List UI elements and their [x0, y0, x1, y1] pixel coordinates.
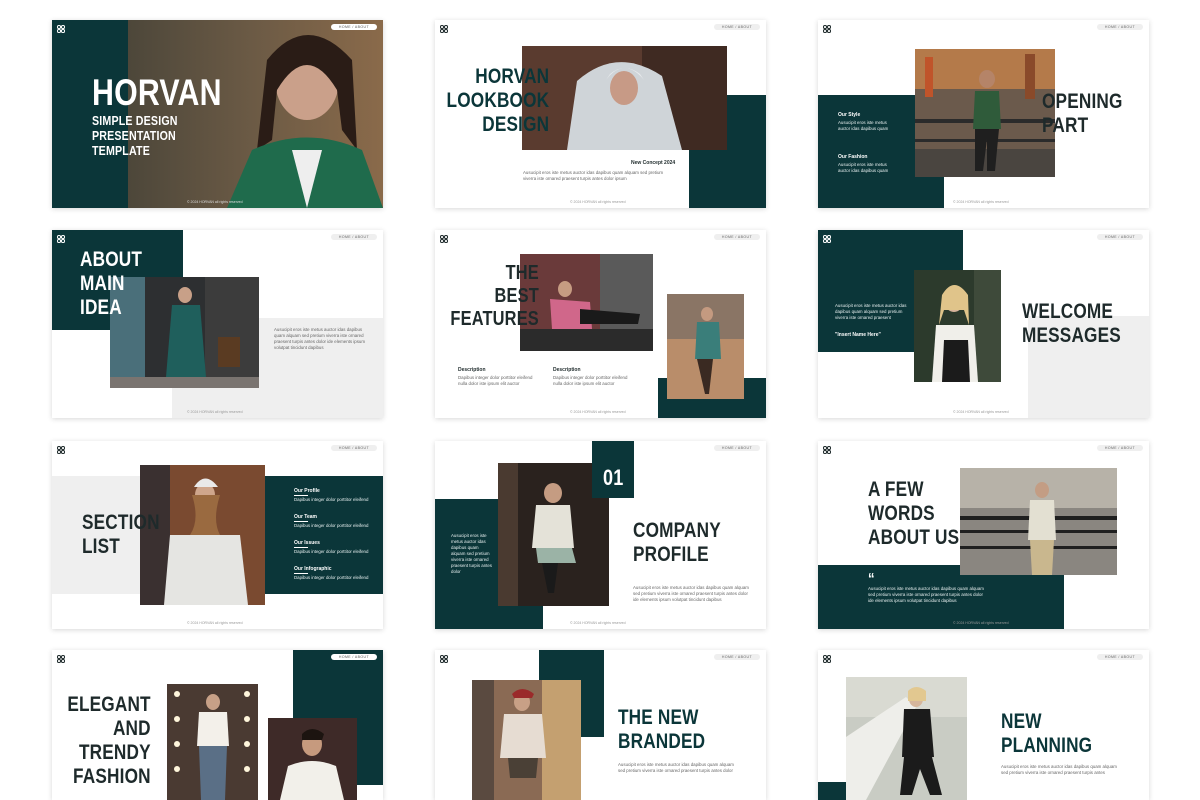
slide-title: SECTION LIST — [82, 511, 160, 559]
slide-thumbnail-new-planning[interactable]: HOME / ABOUT NEW PLANNING Ausucipit eros… — [818, 650, 1149, 800]
brand-logo-icon — [823, 446, 831, 454]
bridge-model-photo — [960, 468, 1117, 575]
slide-title: COMPANY PROFILE — [633, 519, 721, 567]
slide-title: ABOUT MAIN IDEA — [80, 248, 143, 320]
nav-breadcrumb: HOME / ABOUT — [713, 24, 760, 30]
branded-body: Ausucipit eros iste metus auctor idas da… — [618, 762, 734, 773]
slide-footer: © 2024 HORVAN all rights reserved — [187, 621, 243, 625]
hoodie-model-photo — [522, 46, 727, 150]
fashion-body: Ausucipit eros iste metus auctor idas da… — [838, 162, 889, 173]
plaid-model-photo — [520, 254, 653, 351]
slide-title: HORVAN — [92, 72, 222, 113]
slide-footer: © 2024 HORVAN all rights reserved — [953, 621, 1009, 625]
slide-title: A FEW WORDS ABOUT US — [868, 478, 960, 550]
slide-thumbnail-welcome[interactable]: HOME / ABOUT Ausucipit eros iste metus a… — [818, 230, 1149, 418]
section-list-item-body: Dapibus integer dolor porttitor eleifend — [294, 523, 369, 528]
nav-breadcrumb: HOME / ABOUT — [330, 445, 377, 451]
about-us-body: Ausucipit eros iste metus auctor idas da… — [868, 586, 984, 603]
description-body-2: Dapibus integer dolor porttitor eleifend… — [553, 375, 628, 386]
style-label: Our Style — [838, 112, 861, 118]
slide-footer: © 2024 HORVAN all rights reserved — [187, 200, 243, 204]
brand-logo-icon — [57, 235, 65, 243]
slide-thumbnail-opening[interactable]: HOME / ABOUT Our Style Ausucipit eros is… — [818, 20, 1149, 208]
planning-body: Ausucipit eros iste metus auctor idas da… — [1001, 764, 1117, 775]
slide-subtitle: SIMPLE DESIGN PRESENTATION TEMPLATE — [92, 113, 178, 158]
slide-title: THE NEW BRANDED — [618, 706, 706, 754]
section-list-item-label: Our Profile — [294, 488, 320, 494]
slide-footer: © 2024 HORVAN all rights reserved — [570, 410, 626, 414]
brand-logo-icon — [823, 235, 831, 243]
slide-thumbnail-about-us[interactable]: HOME / ABOUT A FEW WORDS ABOUT US “ Ausu… — [818, 441, 1149, 629]
slide-footer: © 2024 HORVAN all rights reserved — [570, 200, 626, 204]
slide-thumbnail-lookbook[interactable]: HOME / ABOUT HORVAN LOOKBOOK DESIGN New … — [435, 20, 766, 208]
slide-footer: © 2024 HORVAN all rights reserved — [570, 621, 626, 625]
nav-breadcrumb: HOME / ABOUT — [713, 445, 760, 451]
brand-logo-icon — [440, 235, 448, 243]
slide-title: THE BEST FEATURES — [450, 262, 539, 330]
slide-footer: © 2024 HORVAN all rights reserved — [187, 410, 243, 414]
brand-logo-icon — [440, 25, 448, 33]
slide-thumbnail-about-idea[interactable]: HOME / ABOUT ABOUT MAIN IDEA Ausucipit e… — [52, 230, 383, 418]
profile-body: Ausucipit eros iste metus auctor idas da… — [633, 585, 749, 602]
welcome-body: Ausucipit eros iste metus auctor idas da… — [835, 303, 907, 320]
section-list-item-body: Dapibus integer dolor porttitor eleifend — [294, 497, 369, 502]
section-list-item-body: Dapibus integer dolor porttitor eleifend — [294, 549, 369, 554]
nav-breadcrumb: HOME / ABOUT — [1096, 654, 1143, 660]
slide-thumbnail-new-branded[interactable]: HOME / ABOUT THE NEW BRANDED Ausucipit e… — [435, 650, 766, 800]
slide-thumbnail-elegant[interactable]: HOME / ABOUT ELEGANT AND TRENDY FASHION — [52, 650, 383, 800]
description-label-2: Description — [553, 367, 581, 373]
slide-title: ELEGANT AND TRENDY FASHION — [67, 693, 151, 789]
section-list-divider — [294, 521, 308, 522]
concept-body: Ausucipit eros iste metus auctor idas da… — [523, 170, 664, 181]
mirror-model-photo — [167, 684, 258, 800]
section-list-divider — [294, 573, 308, 574]
standing-model-photo — [667, 294, 744, 399]
section-list-item-label: Our Infographic — [294, 566, 332, 572]
nav-breadcrumb: HOME / ABOUT — [1096, 445, 1143, 451]
brand-logo-icon — [57, 446, 65, 454]
brand-logo-icon — [57, 655, 65, 663]
section-list-item-label: Our Team — [294, 514, 317, 520]
nav-breadcrumb: HOME / ABOUT — [713, 654, 760, 660]
nav-breadcrumb: HOME / ABOUT — [713, 234, 760, 240]
about-body: Ausucipit eros iste metus auctor idas da… — [274, 327, 366, 350]
nav-breadcrumb: HOME / ABOUT — [1096, 24, 1143, 30]
slide-footer: © 2024 HORVAN all rights reserved — [953, 410, 1009, 414]
fashion-label: Our Fashion — [838, 154, 868, 160]
autumn-model-photo — [472, 680, 581, 800]
brand-logo-icon — [823, 25, 831, 33]
man-on-railing-photo — [915, 49, 1055, 177]
slide-title: HORVAN LOOKBOOK DESIGN — [446, 65, 549, 137]
section-number: 01 — [603, 465, 624, 490]
section-list-item-label: Our Issues — [294, 540, 320, 546]
slide-thumbnail-section-list[interactable]: HOME / ABOUT SECTION LIST © 2024 HORVAN … — [52, 441, 383, 629]
seated-blonde-photo — [846, 677, 967, 800]
description-label-1: Description — [458, 367, 486, 373]
brand-logo-icon — [440, 655, 448, 663]
slide-thumbnail-cover[interactable]: HOME / ABOUT HORVAN SIMPLE DESIGN PRESEN… — [52, 20, 383, 208]
nav-breadcrumb: HOME / ABOUT — [1096, 234, 1143, 240]
slide-footer: © 2024 HORVAN all rights reserved — [953, 200, 1009, 204]
section-list-divider — [294, 547, 308, 548]
concept-heading: New Concept 2024 — [631, 160, 676, 166]
slide-thumbnail-features[interactable]: HOME / ABOUT THE BEST FEATURES Descripti… — [435, 230, 766, 418]
nav-breadcrumb: HOME / ABOUT — [330, 654, 377, 660]
nav-breadcrumb: HOME / ABOUT — [330, 24, 377, 30]
blonde-model-photo — [914, 270, 1001, 382]
male-model-photo — [268, 718, 357, 800]
slide-title: OPENING PART — [1042, 90, 1123, 138]
nav-breadcrumb: HOME / ABOUT — [330, 234, 377, 240]
section-list-divider — [294, 495, 308, 496]
brand-logo-icon — [57, 25, 65, 33]
style-body: Ausucipit eros iste metus auctor idas da… — [838, 120, 889, 131]
brand-logo-icon — [823, 655, 831, 663]
quote-name: "Insert Name Here" — [835, 332, 881, 338]
section-list-item-body: Dapibus integer dolor porttitor eleifend — [294, 575, 369, 580]
slide-thumbnail-company-profile[interactable]: 01 Ausucipit eros iste metus auctor idas… — [435, 441, 766, 629]
slide-title: NEW PLANNING — [1001, 710, 1093, 758]
side-body: Ausucipit eros iste metus auctor idas da… — [451, 533, 493, 574]
accent-teal-block — [818, 782, 848, 800]
slide-title: WELCOME MESSAGES — [1022, 300, 1121, 348]
description-body-1: Dapibus integer dolor porttitor eleifend… — [458, 375, 533, 386]
